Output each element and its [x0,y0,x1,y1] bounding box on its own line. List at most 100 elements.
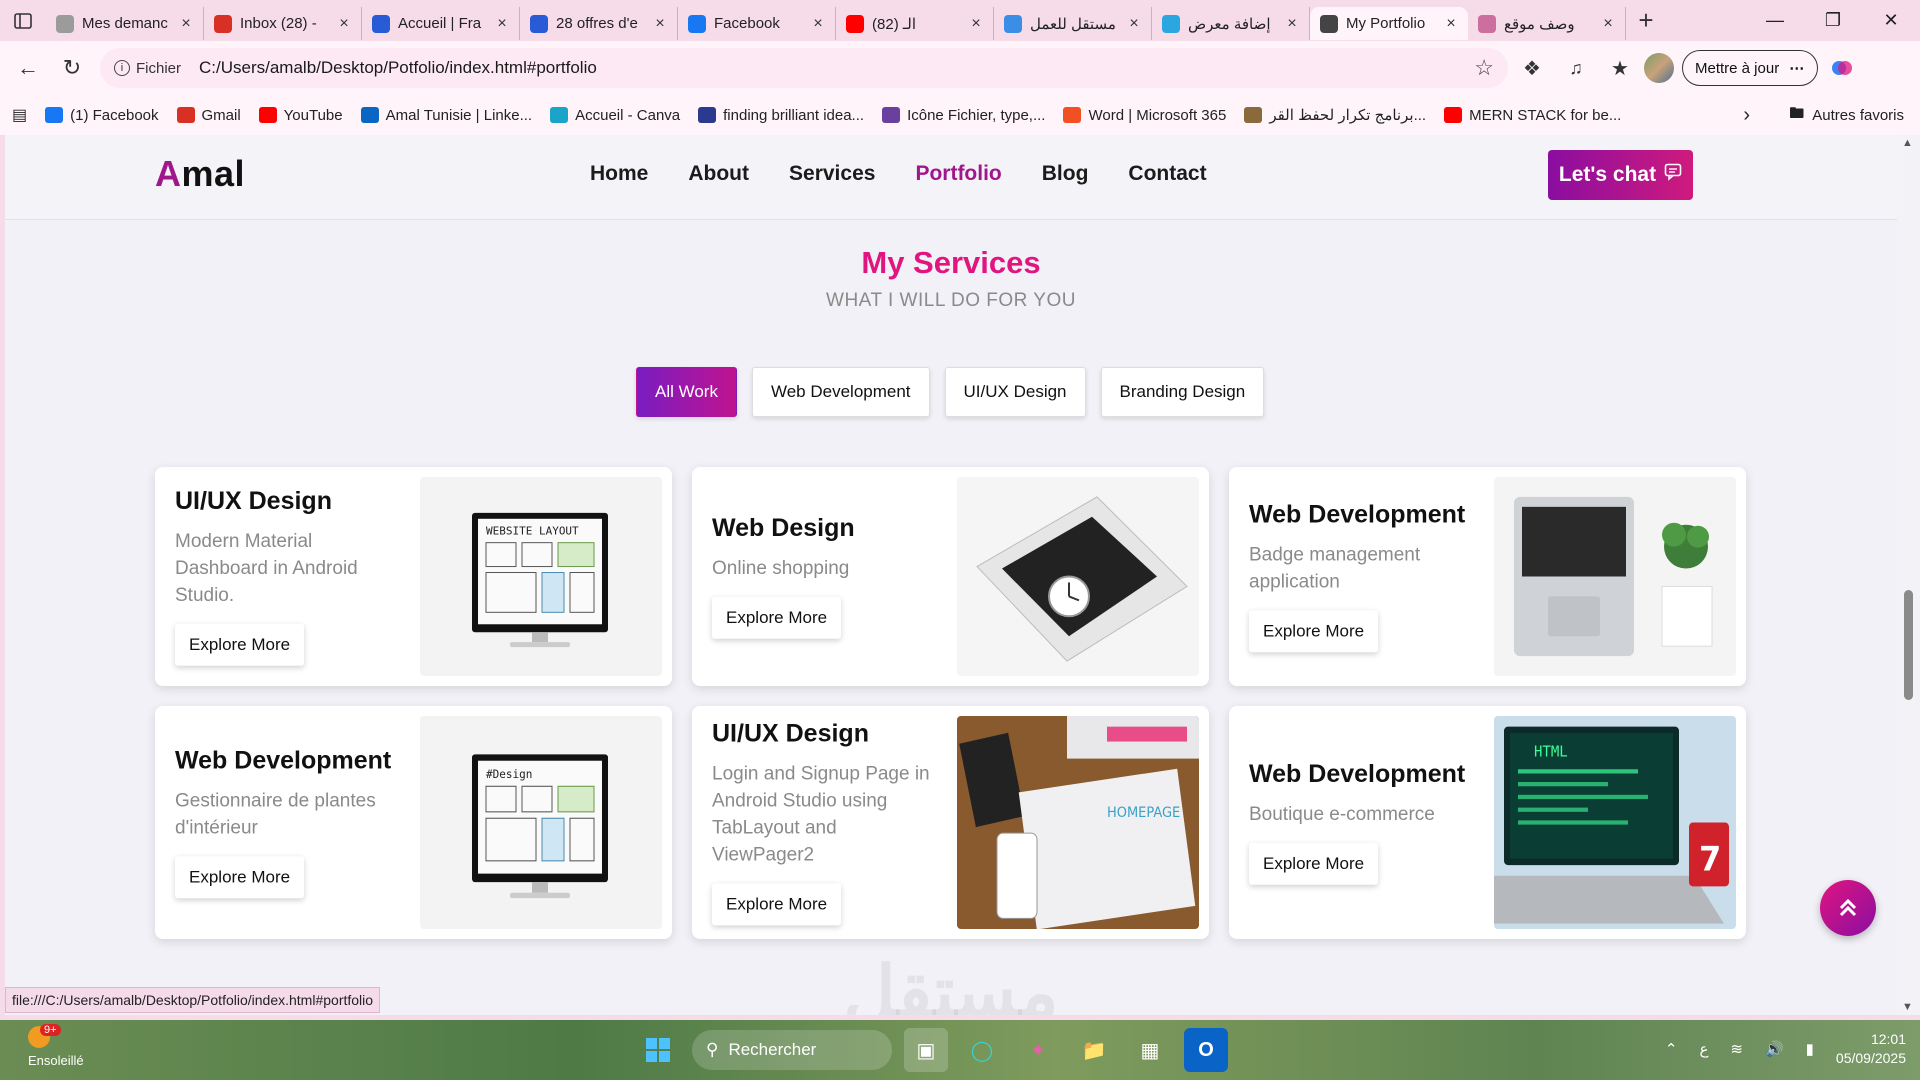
reading-list-icon[interactable]: ▤ [12,105,27,125]
explore-more-button[interactable]: Explore More [175,856,305,899]
bookmark-item[interactable]: Amal Tunisie | Linke... [360,106,532,124]
close-tab-icon[interactable]: × [1444,15,1458,33]
browser-tab[interactable]: Mes demanc × [46,7,204,40]
explore-more-button[interactable]: Explore More [1249,842,1379,885]
update-button[interactable]: Mettre à jour ⋯ [1682,50,1819,86]
bookmark-label: finding brilliant idea... [723,106,865,124]
input-language[interactable]: ع [1699,1040,1708,1058]
browser-tab[interactable]: الـ (82) × [836,7,994,40]
close-tab-icon[interactable]: × [179,15,193,33]
browser-tab[interactable]: إضافة معرض × [1152,7,1310,40]
close-tab-icon[interactable]: × [1285,15,1299,33]
browser-tab[interactable]: 28 offres d'e × [520,7,678,40]
bookmark-item[interactable]: MERN STACK for be... [1444,106,1621,124]
battery-icon[interactable]: ▮ [1806,1040,1814,1058]
weather-widget[interactable]: 9+ Ensoleillé [28,1024,84,1068]
profile-avatar[interactable] [1644,53,1674,83]
taskbar-search[interactable]: ⚲ Rechercher [692,1030,892,1070]
close-tab-icon[interactable]: × [495,15,509,33]
filter-all-work[interactable]: All Work [636,367,737,417]
explore-more-button[interactable]: Explore More [712,596,842,639]
card-title: Web Development [1249,499,1466,528]
scroll-down-arrow-icon[interactable]: ▼ [1902,1001,1913,1013]
bookmark-star-icon[interactable]: ☆ [1474,55,1494,81]
site-info-button[interactable]: i Fichier [114,60,189,77]
bookmarks-bar: ▤ (1) Facebook Gmail YouTube Amal Tunisie |… [0,95,1920,135]
browser-tab[interactable]: Accueil | Fra × [362,7,520,40]
browser-tab[interactable]: Inbox (28) - × [204,7,362,40]
close-tab-icon[interactable]: × [653,15,667,33]
back-button[interactable]: ← [8,48,48,88]
nav-link-contact[interactable]: Contact [1128,162,1206,186]
browser-tab[interactable]: وصف موقع × [1468,7,1626,40]
filter-web-development[interactable]: Web Development [751,367,930,417]
edge-icon[interactable]: ◯ [960,1028,1004,1072]
favorites-icon[interactable]: ★ [1600,48,1640,88]
nav-link-portfolio[interactable]: Portfolio [915,162,1001,186]
site-logo[interactable]: Amal [155,153,245,195]
outlook-icon[interactable]: O [1184,1028,1228,1072]
bookmark-item[interactable]: برنامج تكرار لحفظ القر... [1244,106,1426,124]
status-bar: file:///C:/Users/amalb/Desktop/Potfolio/… [5,987,381,1013]
scroll-up-arrow-icon[interactable]: ▲ [1902,137,1913,149]
clock[interactable]: 12:01 05/09/2025 [1836,1030,1906,1068]
start-icon[interactable] [636,1028,680,1072]
lets-chat-button[interactable]: Let's chat [1548,150,1693,200]
close-tab-icon[interactable]: × [811,15,825,33]
wifi-icon[interactable]: ≋ [1730,1040,1743,1058]
copilot-icon[interactable] [1822,48,1862,88]
close-tab-icon[interactable]: × [1127,15,1141,33]
address-bar[interactable]: i Fichier C:/Users/amalb/Desktop/Potfoli… [100,48,1508,88]
explore-more-button[interactable]: Explore More [712,883,842,926]
main-nav: Home About Services Portfolio Blog Contact [590,162,1207,186]
card-image [1494,477,1736,676]
file-explorer-icon[interactable]: 📁 [1072,1028,1116,1072]
media-control-icon[interactable]: ♫ [1556,48,1596,88]
system-tray: ⌃ ع ≋ 🔊 ▮ 12:01 05/09/2025 [1665,1030,1906,1068]
store-icon[interactable]: ▦ [1128,1028,1172,1072]
close-tab-icon[interactable]: × [337,15,351,33]
restore-button[interactable]: ❐ [1804,0,1862,41]
nav-link-blog[interactable]: Blog [1042,162,1089,186]
close-tab-icon[interactable]: × [1601,15,1615,33]
bookmark-item[interactable]: Icône Fichier, type,... [882,106,1045,124]
card-text: Web Development Badge management applica… [1249,499,1474,653]
bookmark-item[interactable]: Word | Microsoft 365 [1063,106,1226,124]
copilot-app-icon[interactable]: ✦ [1016,1028,1060,1072]
search-icon: ⚲ [706,1040,719,1059]
bookmark-item[interactable]: finding brilliant idea... [698,106,864,124]
volume-icon[interactable]: 🔊 [1765,1040,1784,1058]
filter-branding-design[interactable]: Branding Design [1100,367,1265,417]
chevron-up-icon[interactable]: ⌃ [1665,1040,1678,1058]
close-tab-icon[interactable]: × [969,15,983,33]
other-bookmarks[interactable]: 🖿 Autres favoris [1789,95,1904,135]
bookmark-item[interactable]: Accueil - Canva [550,106,680,124]
minimize-button[interactable]: — [1746,0,1804,41]
task-view-icon[interactable]: ▣ [904,1028,948,1072]
tab-actions-icon[interactable] [0,0,46,41]
scrollbar-thumb[interactable] [1904,590,1913,700]
bookmark-item[interactable]: YouTube [258,106,343,124]
extensions-icon[interactable]: ❖ [1512,48,1552,88]
explore-more-button[interactable]: Explore More [175,623,305,666]
browser-tab[interactable]: My Portfolio × [1310,7,1468,40]
settings-tab-icon [56,14,74,33]
nav-link-about[interactable]: About [688,162,749,186]
reload-button[interactable]: ↻ [52,48,92,88]
bookmark-label: Gmail [201,106,241,124]
chevron-right-icon[interactable]: › [1743,95,1750,135]
bookmark-item[interactable]: (1) Facebook [45,106,159,124]
page-scrollbar[interactable]: ▲ ▼ [1897,135,1920,1015]
youtube-icon [846,14,864,33]
browser-tab[interactable]: Facebook × [678,7,836,40]
explore-more-button[interactable]: Explore More [1249,610,1379,653]
close-window-button[interactable]: ✕ [1862,0,1920,41]
nav-link-home[interactable]: Home [590,162,648,186]
new-tab-button[interactable]: + [1626,0,1666,41]
bookmark-item[interactable]: Gmail [176,106,241,124]
filter-ui-ux-design[interactable]: UI/UX Design [944,367,1086,417]
browser-tab[interactable]: مستقل للعمل × [994,7,1152,40]
scroll-to-top-button[interactable] [1820,880,1876,936]
nav-link-services[interactable]: Services [789,162,875,186]
url-text[interactable]: C:/Users/amalb/Desktop/Potfolio/index.ht… [199,58,1464,78]
